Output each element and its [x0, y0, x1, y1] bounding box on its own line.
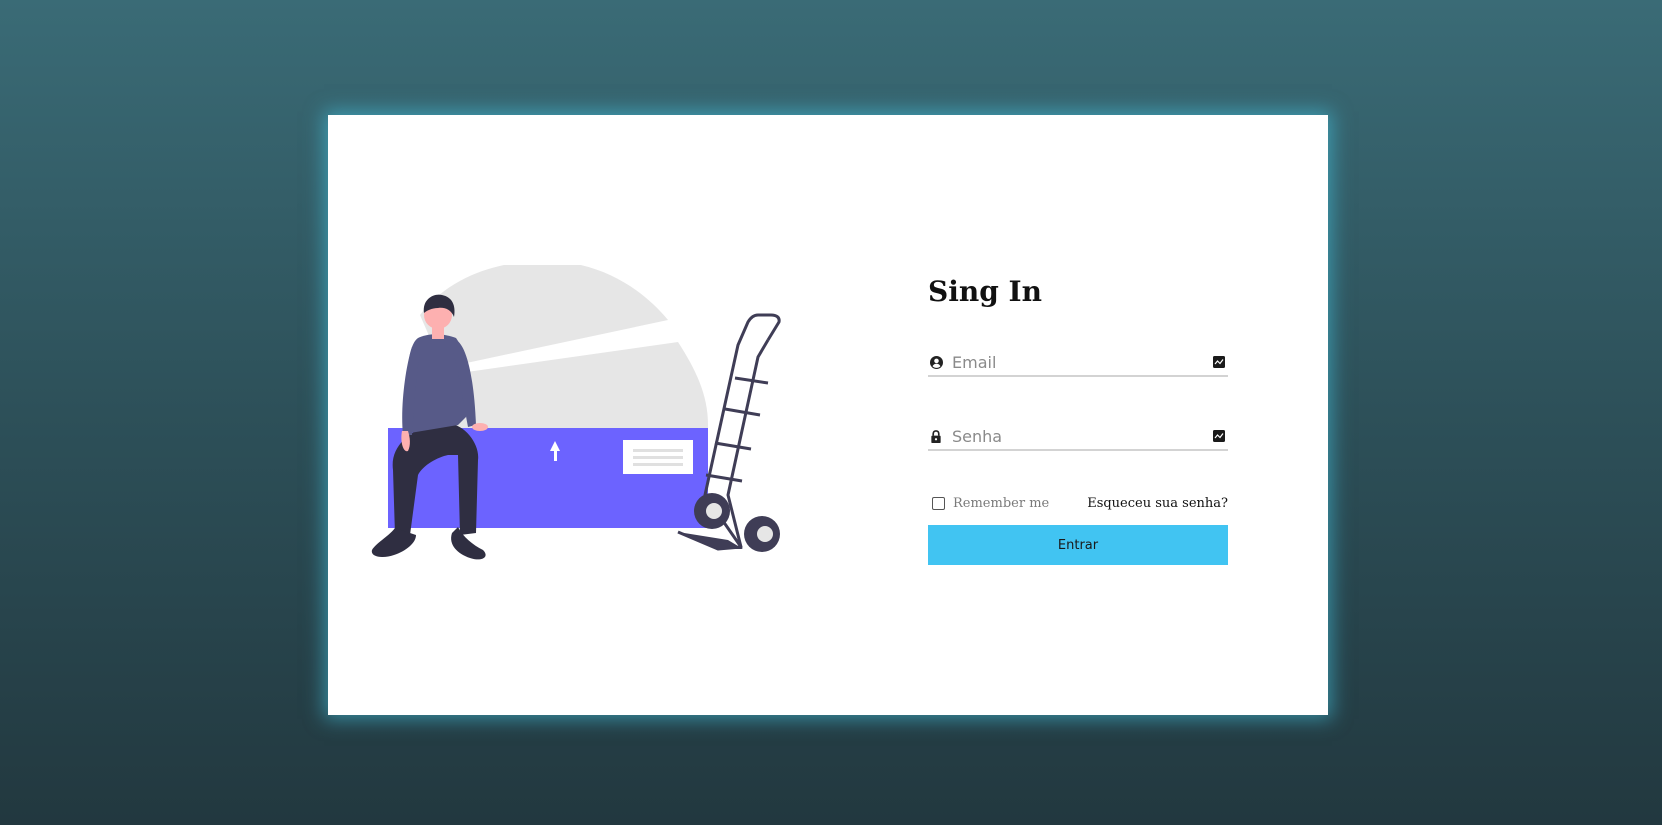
password-input[interactable]	[952, 424, 1212, 448]
password-field-row	[928, 423, 1228, 451]
remember-me[interactable]: Remember me	[928, 496, 1049, 511]
login-card: Sing In Email Remember me Esqueceu sua s…	[328, 115, 1328, 715]
remember-me-checkbox[interactable]	[932, 496, 945, 510]
user-circle-icon	[929, 355, 943, 369]
remember-me-label: Remember me	[953, 495, 1050, 511]
page-title: Sing In	[928, 275, 1042, 308]
lock-icon	[929, 429, 943, 443]
login-form: Sing In Email Remember me Esqueceu sua s…	[928, 275, 1228, 565]
email-input[interactable]	[952, 350, 1212, 374]
illustration	[371, 265, 781, 560]
wheel-right	[744, 516, 780, 552]
autofill-icon[interactable]	[1212, 355, 1226, 369]
forgot-password-link[interactable]: Esqueceu sua senha?	[1087, 496, 1228, 511]
submit-button[interactable]: Entrar	[928, 525, 1228, 565]
autofill-icon[interactable]	[1212, 429, 1226, 443]
wheel-left	[694, 493, 730, 529]
form-options: Remember me Esqueceu sua senha?	[928, 493, 1228, 513]
email-field-row	[928, 349, 1228, 377]
